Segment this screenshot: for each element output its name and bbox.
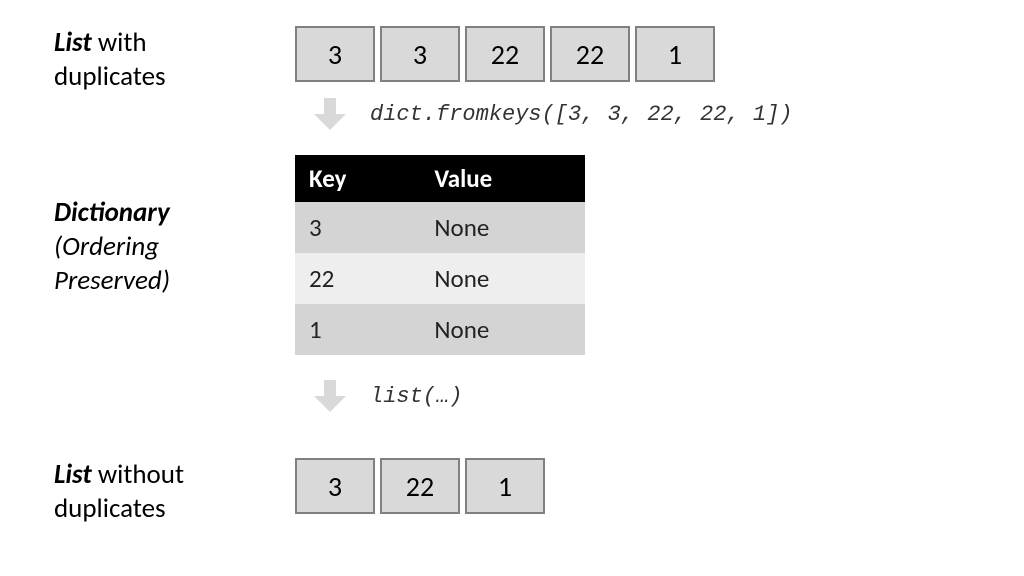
table-cell-key: 3 — [295, 202, 420, 253]
label-dict-strong: Dictionary — [54, 196, 259, 230]
table-cell-value: None — [420, 253, 585, 304]
label-dictionary: Dictionary (Ordering Preserved) — [54, 196, 259, 297]
code-list: list(…) — [370, 384, 462, 409]
table-cell-value: None — [420, 304, 585, 355]
arrow-down-icon — [312, 96, 348, 132]
code-fromkeys: dict.fromkeys([3, 3, 22, 22, 1]) — [370, 102, 792, 127]
list-item: 3 — [295, 458, 375, 514]
table-row: 22 None — [295, 253, 585, 304]
list-item: 22 — [465, 26, 545, 82]
table-row: 3 None — [295, 202, 585, 253]
list-item: 22 — [380, 458, 460, 514]
arrow-down-icon — [312, 378, 348, 414]
label-list-without-duplicates: List without duplicates — [54, 458, 259, 526]
label-list2-strong: List — [54, 458, 98, 491]
table-header-value: Value — [420, 155, 585, 202]
output-list-boxes: 3 22 1 — [295, 458, 545, 514]
list-item: 1 — [465, 458, 545, 514]
table-header-key: Key — [295, 155, 420, 202]
label-list-strong: List — [54, 26, 98, 59]
list-item: 22 — [550, 26, 630, 82]
dictionary-table: Key Value 3 None 22 None 1 None — [295, 155, 585, 355]
label-list-with-duplicates: List with duplicates — [54, 26, 259, 94]
list-item: 3 — [380, 26, 460, 82]
list-item: 1 — [635, 26, 715, 82]
table-row: 1 None — [295, 304, 585, 355]
list-item: 3 — [295, 26, 375, 82]
input-list-boxes: 3 3 22 22 1 — [295, 26, 715, 82]
table-cell-key: 22 — [295, 253, 420, 304]
label-dict-rest: (Ordering Preserved) — [54, 230, 259, 298]
table-cell-value: None — [420, 202, 585, 253]
table-cell-key: 1 — [295, 304, 420, 355]
